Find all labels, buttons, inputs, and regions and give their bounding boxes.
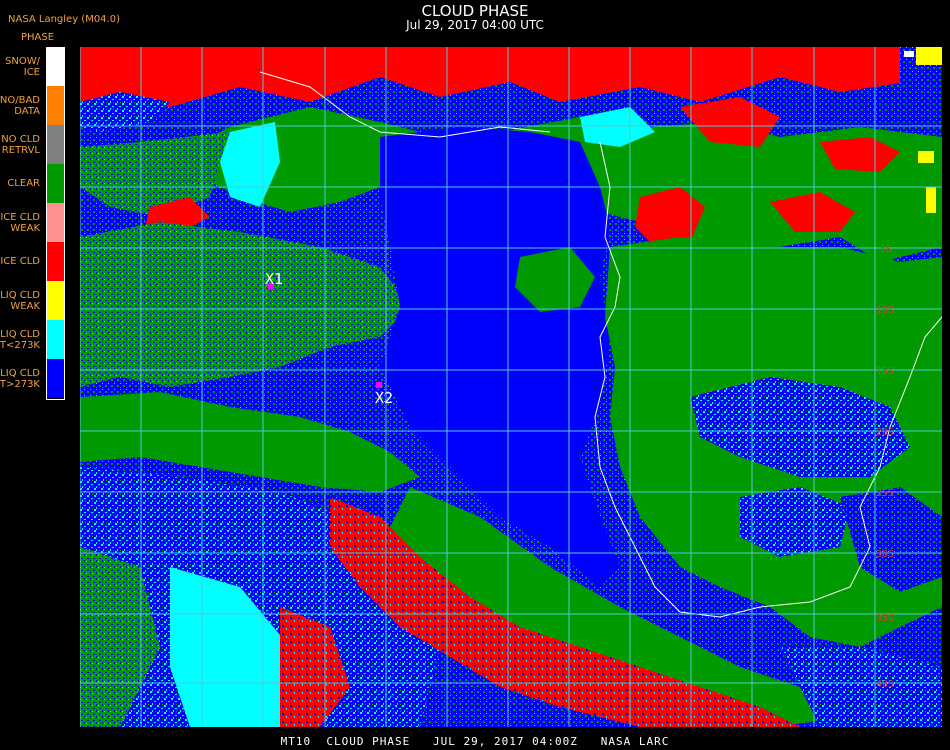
lat-label-40s: 40S — [876, 679, 894, 690]
lat-label-5s: 5S — [880, 244, 892, 255]
marker-x1-label: X1 — [265, 270, 283, 288]
liquid-cloud-weak-patch — [916, 47, 942, 65]
legend-label: LIQ CLD T>273K — [0, 367, 40, 390]
legend-entry-no-bad-data: NO/BAD DATA — [0, 86, 66, 125]
footer-caption: MT10 CLOUD PHASE JUL 29, 2017 04:00Z NAS… — [280, 735, 670, 748]
liquid-cloud-weak-patch — [918, 151, 934, 163]
legend-label: NO CLD RETRVL — [1, 133, 40, 156]
legend-label: LIQ CLD T<273K — [0, 328, 40, 351]
lat-label-30s: 30S — [876, 549, 894, 560]
phase-legend: SNOW/ICE NO/BAD DATA NO CLD RETRVL CLEAR I… — [0, 47, 66, 401]
legend-swatch — [47, 359, 65, 398]
legend-label: LIQ CLD WEAK — [0, 289, 40, 312]
legend-swatch — [47, 125, 65, 164]
snow-ice-patch — [904, 51, 914, 57]
legend-swatch — [47, 47, 65, 86]
legend-label: NO/BAD DATA — [0, 94, 40, 117]
liquid-cloud-weak-patch — [926, 187, 936, 213]
legend-label: ICE CLD — [0, 256, 40, 267]
legend-label: ICE CLD WEAK — [0, 211, 40, 234]
legend-swatch — [47, 242, 65, 281]
marker-x1[interactable]: X1 — [265, 270, 283, 289]
observation-time: Jul 29, 2017 04:00 UTC — [406, 18, 544, 32]
lat-label-20s: 20S — [876, 427, 894, 438]
legend-entry-liquid-cloud-cold: LIQ CLD T<273K — [0, 320, 66, 359]
legend-label: SNOW/ICE — [5, 55, 40, 78]
lat-label-10s: 10S — [876, 305, 894, 316]
legend-swatch — [47, 281, 65, 320]
legend-label: CLEAR — [7, 178, 40, 189]
cloud-phase-viewer: NASA Langley (M04.0) PHASE CLOUD PHASE J… — [0, 0, 950, 750]
legend-entry-liquid-cloud-weak: LIQ CLD WEAK — [0, 281, 66, 320]
legend-swatch — [47, 320, 65, 359]
legend-entry-clear: CLEAR — [0, 164, 66, 203]
cloud-phase-imagery: 5S 10S 15S 20S 25S 30S 35S 40S X1 X2 — [80, 47, 942, 727]
legend-entry-snow-ice: SNOW/ICE — [0, 47, 66, 86]
lat-label-15s: 15S — [876, 366, 894, 377]
marker-x2-dot — [376, 382, 382, 388]
legend-entry-ice-cloud: ICE CLD — [0, 242, 66, 281]
marker-x2-label: X2 — [375, 389, 393, 407]
legend-swatch — [47, 203, 65, 242]
legend-swatch — [47, 164, 65, 203]
legend-entry-ice-cloud-weak: ICE CLD WEAK — [0, 203, 66, 242]
legend-swatch — [47, 86, 65, 125]
lat-label-25s: 25S — [876, 488, 894, 499]
lat-label-35s: 35S — [876, 613, 894, 624]
legend-title: PHASE — [21, 32, 55, 43]
legend-entry-liquid-cloud-warm: LIQ CLD T>273K — [0, 359, 66, 398]
satellite-map[interactable]: 5S 10S 15S 20S 25S 30S 35S 40S X1 X2 — [80, 47, 942, 727]
legend-entry-no-cloud-retrieval: NO CLD RETRVL — [0, 125, 66, 164]
